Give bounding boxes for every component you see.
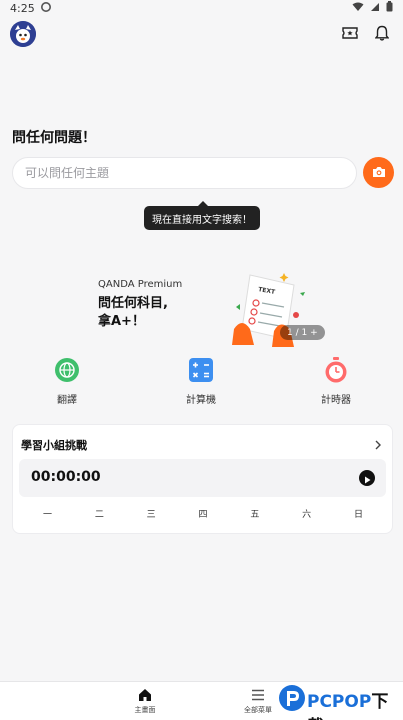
chevron-right-icon[interactable]: [374, 435, 382, 454]
weekday-label: 四: [198, 510, 208, 520]
study-timer: 00:00:00: [19, 459, 386, 497]
banner-brand: QANDA Premium: [98, 279, 183, 290]
status-bar: 4:25: [0, 0, 403, 16]
nav-label: 主畫面: [134, 706, 156, 714]
timer-tool[interactable]: 計時器: [296, 355, 376, 406]
tool-label: 計算機: [186, 395, 216, 406]
watermark-text: PCPOP下载: [307, 687, 403, 720]
wifi-icon: [352, 2, 364, 15]
banner-headline: 問任何科目, 拿A+！: [98, 295, 168, 331]
premium-banner[interactable]: QANDA Premium 問任何科目, 拿A+！ TEXT 1 / 1 +: [0, 263, 403, 348]
timer-display: 00:00:00: [31, 469, 101, 485]
translate-tool[interactable]: 翻譯: [27, 355, 107, 406]
stopwatch-icon: [323, 357, 349, 383]
tool-label: 翻譯: [57, 395, 77, 406]
search-bar[interactable]: [12, 157, 357, 189]
banner-line-2: 拿A+！: [98, 314, 145, 329]
home-icon: [125, 687, 165, 703]
weekday-label: 一: [43, 510, 53, 520]
status-app-icon: [40, 1, 51, 15]
camera-icon: [372, 163, 386, 182]
nav-home[interactable]: 主畫面: [125, 687, 165, 715]
study-group-card[interactable]: 學習小組挑戰 00:00:00 一 二 三 四 五 六 日: [12, 424, 393, 534]
banner-line-1: 問任何科目,: [98, 296, 168, 311]
watermark: PCPOP下载: [279, 683, 403, 720]
calculator-icon: [188, 357, 214, 383]
globe-icon: [54, 357, 80, 383]
nav-label: 全部菜單: [244, 706, 272, 714]
weekday-row: 一 二 三 四 五 六 日: [43, 507, 363, 520]
calculator-tool[interactable]: 計算機: [161, 355, 241, 406]
weekday-label: 三: [146, 510, 156, 520]
signal-icon: [370, 2, 380, 15]
tools-row: 翻譯 計算機 計時器: [0, 355, 403, 410]
menu-icon: [238, 687, 278, 703]
status-time: 4:25: [10, 1, 35, 15]
battery-icon: [386, 1, 393, 15]
ticket-icon[interactable]: [341, 24, 359, 42]
avatar[interactable]: [10, 21, 36, 47]
banner-page-indicator: 1 / 1 +: [280, 325, 325, 340]
weekday-label: 五: [250, 510, 260, 520]
top-bar: [0, 18, 403, 52]
bell-icon[interactable]: [373, 24, 391, 42]
watermark-logo-icon: [279, 685, 305, 711]
weekday-label: 二: [94, 510, 104, 520]
weekday-label: 六: [302, 510, 312, 520]
ask-heading: 問任何問題！: [12, 130, 96, 146]
search-input[interactable]: [25, 166, 344, 180]
play-icon: [364, 469, 371, 488]
study-group-title: 學習小組挑戰: [21, 439, 87, 452]
search-tooltip: 現在直接用文字搜索！: [144, 201, 260, 230]
tool-label: 計時器: [321, 395, 351, 406]
watermark-brand: PCPOP: [307, 692, 372, 712]
nav-all-menu[interactable]: 全部菜單: [238, 687, 278, 715]
play-button[interactable]: [359, 470, 375, 486]
weekday-label: 日: [353, 510, 363, 520]
camera-button[interactable]: [363, 157, 394, 188]
